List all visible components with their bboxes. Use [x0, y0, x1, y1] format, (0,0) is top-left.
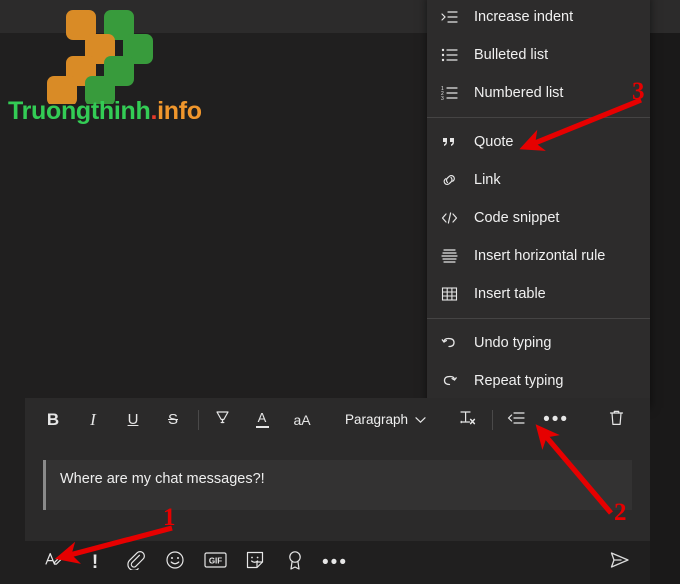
- menu-item-numbered-list[interactable]: 1 2 3 Numbered list: [427, 74, 650, 112]
- menu-item-label: Undo typing: [474, 335, 552, 351]
- svg-text:3: 3: [441, 96, 444, 101]
- bold-icon: B: [46, 409, 60, 429]
- decrease-indent-button[interactable]: [500, 405, 532, 435]
- paragraph-style-dropdown[interactable]: Paragraph: [338, 406, 433, 434]
- highlight-button[interactable]: [206, 405, 238, 435]
- importance-icon: !: [91, 552, 99, 573]
- horizontal-rule-icon: [441, 248, 467, 264]
- format-text-button[interactable]: [37, 547, 73, 579]
- menu-separator: [427, 318, 650, 319]
- strikethrough-button[interactable]: S: [157, 405, 189, 435]
- gif-button[interactable]: GIF: [197, 547, 233, 579]
- message-compose-area: B I U S A aA Paragraph ••• Where are my …: [25, 398, 650, 541]
- menu-item-increase-indent[interactable]: Increase indent: [427, 0, 650, 36]
- importance-button[interactable]: !: [77, 547, 113, 579]
- menu-item-insert-horizontal-rule[interactable]: Insert horizontal rule: [427, 237, 650, 275]
- more-options-button[interactable]: •••: [540, 405, 572, 435]
- svg-text:GIF: GIF: [208, 556, 221, 565]
- menu-item-label: Link: [474, 172, 501, 188]
- undo-icon: [441, 335, 467, 351]
- toolbar-separator: [198, 409, 199, 430]
- send-icon: [609, 550, 631, 575]
- menu-item-label: Quote: [474, 134, 514, 150]
- gif-icon: GIF: [203, 551, 227, 574]
- menu-item-label: Insert horizontal rule: [474, 248, 606, 264]
- app-window: Truongthinh.info Increase indent Bullete…: [0, 0, 680, 584]
- menu-item-quote[interactable]: Quote: [427, 123, 650, 161]
- bold-button[interactable]: B: [37, 405, 69, 435]
- clear-formatting-icon: [458, 409, 477, 431]
- chevron-down-icon: [415, 416, 426, 424]
- sticker-button[interactable]: [237, 547, 273, 579]
- delete-draft-button[interactable]: [600, 405, 632, 435]
- font-size-button[interactable]: aA: [286, 405, 318, 435]
- send-button[interactable]: [602, 547, 638, 579]
- menu-item-bulleted-list[interactable]: Bulleted list: [427, 36, 650, 74]
- message-compose-input[interactable]: Where are my chat messages?!: [43, 460, 632, 510]
- emoji-icon: [165, 550, 185, 575]
- delete-icon: [608, 409, 625, 431]
- strikethrough-icon: S: [167, 411, 178, 428]
- table-icon: [441, 286, 467, 302]
- font-color-button[interactable]: A: [246, 405, 278, 435]
- font-color-underline: [255, 426, 269, 428]
- menu-item-repeat-typing[interactable]: Repeat typing: [427, 362, 650, 400]
- attach-icon: [126, 550, 145, 575]
- right-panel-strip: [650, 33, 680, 584]
- paragraph-style-label: Paragraph: [345, 412, 409, 427]
- menu-item-label: Numbered list: [474, 85, 564, 101]
- menu-item-undo-typing[interactable]: Undo typing: [427, 324, 650, 362]
- toolbar-separator: [492, 409, 494, 430]
- more-options-icon: •••: [543, 408, 570, 430]
- more-options-icon: •••: [322, 551, 348, 573]
- font-color-icon: A: [257, 410, 267, 426]
- praise-button[interactable]: [277, 547, 313, 579]
- italic-button[interactable]: I: [77, 405, 109, 435]
- bulleted-list-icon: [441, 47, 467, 63]
- emoji-button[interactable]: [157, 547, 193, 579]
- praise-icon: [286, 550, 304, 576]
- watermark-text-dot: .: [150, 97, 158, 125]
- highlight-icon: [214, 409, 231, 430]
- link-icon: [441, 172, 467, 188]
- menu-item-label: Code snippet: [474, 210, 560, 226]
- underline-icon: U: [127, 411, 139, 428]
- watermark-text-primary: Truongthinh: [8, 97, 151, 125]
- message-input-value[interactable]: Where are my chat messages?!: [46, 460, 265, 488]
- rich-text-format-toolbar: B I U S A aA Paragraph •••: [25, 398, 650, 441]
- menu-item-label: Bulleted list: [474, 47, 549, 63]
- menu-item-code-snippet[interactable]: Code snippet: [427, 199, 650, 237]
- font-size-icon: aA: [293, 411, 311, 428]
- increase-indent-icon: [441, 9, 467, 25]
- more-options-menu[interactable]: Increase indent Bulleted list 1 2 3 Numb…: [427, 0, 650, 406]
- code-snippet-icon: [441, 210, 467, 226]
- redo-icon: [441, 373, 467, 389]
- numbered-list-icon: 1 2 3: [441, 85, 467, 101]
- quote-icon: [441, 134, 467, 150]
- clear-formatting-button[interactable]: [451, 405, 483, 435]
- format-text-icon: [44, 550, 66, 575]
- watermark-text: Truongthinh.info: [8, 97, 202, 126]
- attach-file-button[interactable]: [117, 547, 153, 579]
- menu-item-link[interactable]: Link: [427, 161, 650, 199]
- menu-item-label: Increase indent: [474, 9, 574, 25]
- sticker-icon: [245, 550, 265, 575]
- compose-actions-toolbar: ! GIF •••: [25, 541, 650, 584]
- decrease-indent-icon: [507, 410, 525, 430]
- menu-item-label: Repeat typing: [474, 373, 564, 389]
- italic-icon: I: [90, 409, 96, 429]
- more-actions-button[interactable]: •••: [317, 547, 353, 579]
- underline-button[interactable]: U: [117, 405, 149, 435]
- menu-item-insert-table[interactable]: Insert table: [427, 275, 650, 313]
- menu-separator: [427, 117, 650, 118]
- watermark-text-suffix: info: [157, 97, 202, 125]
- menu-item-label: Insert table: [474, 286, 546, 302]
